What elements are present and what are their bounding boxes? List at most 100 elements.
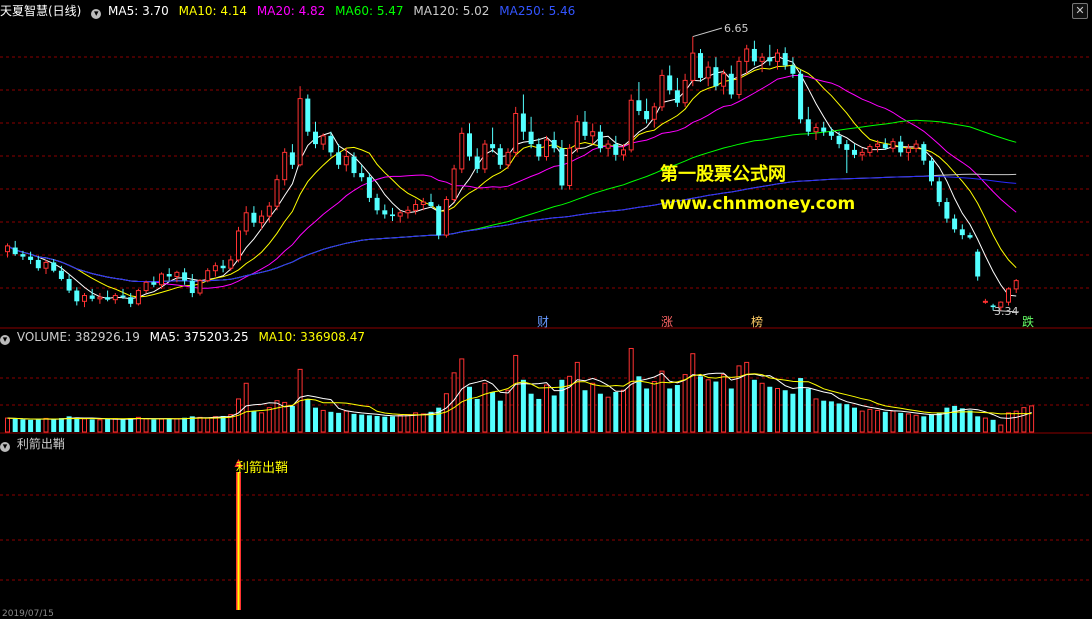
volume-bar-up — [1006, 412, 1011, 433]
signal-label: 利箭出鞘 — [236, 461, 289, 476]
candle-body-down — [151, 282, 157, 285]
volume-bar-up — [443, 393, 449, 433]
candle-body-down — [520, 113, 526, 132]
volume-bar-down — [613, 391, 619, 432]
volume-bar-up — [205, 417, 211, 433]
candle-body-down — [936, 181, 942, 203]
volume-bar-down — [305, 398, 311, 432]
candle-body-up — [605, 143, 611, 149]
candle-body-down — [490, 144, 496, 149]
candle-body-up — [736, 60, 742, 95]
candle-body-down — [844, 144, 850, 150]
volume-ma5-label: MA5: 375203.25 — [149, 330, 249, 344]
date-axis-label: 2019/07/15 — [2, 609, 54, 619]
stock-chart-svg — [0, 27, 1092, 610]
volume-bar-up — [482, 382, 488, 433]
volume-bar-up — [5, 417, 10, 433]
volume-bar-up — [405, 414, 411, 433]
low-price-label: 3.34 — [994, 305, 1019, 318]
volume-bar-up — [651, 381, 657, 433]
volume-bar-down — [528, 393, 534, 432]
volume-bar-up — [982, 417, 988, 433]
volume-bar-down — [790, 393, 796, 432]
candle-body-down — [251, 212, 257, 223]
volume-bar-down — [844, 404, 850, 432]
event-marker-fall[interactable]: 跌 — [1022, 313, 1034, 330]
high-price-pointer — [692, 27, 723, 38]
candle-body-up — [143, 281, 149, 292]
volume-bar-down — [698, 376, 703, 432]
candle-body-down — [767, 57, 773, 62]
candle-body-down — [805, 119, 811, 132]
candle-body-down — [898, 141, 904, 153]
candle-body-down — [828, 131, 834, 136]
event-marker-rise[interactable]: 涨 — [661, 313, 673, 330]
candle-body-up — [482, 143, 488, 170]
candle-body-up — [621, 149, 626, 156]
candle-body-up — [420, 201, 426, 206]
candle-body-down — [967, 235, 973, 238]
candle-body-down — [751, 48, 757, 62]
volume-bar-down — [805, 388, 811, 432]
candle-body-down — [836, 135, 842, 145]
settings-icon[interactable]: ▾ — [91, 9, 102, 19]
candle-body-down — [582, 121, 588, 136]
volume-bar-down — [636, 376, 642, 432]
volume-bar-down — [520, 379, 526, 432]
candle-body-down — [74, 290, 80, 302]
volume-bar-down — [597, 393, 603, 432]
volume-bar-up — [82, 418, 87, 433]
volume-bar-down — [351, 413, 357, 432]
volume-bar-down — [990, 419, 996, 432]
settings-icon[interactable]: ▾ — [0, 335, 10, 345]
volume-bar-down — [182, 417, 188, 432]
watermark-url: www.chnmoney.com — [660, 194, 856, 214]
ma5-label: MA5: 3.70 — [108, 4, 169, 18]
volume-bar-down — [336, 412, 342, 432]
candle-body-up — [297, 98, 303, 166]
candle-body-up — [513, 112, 519, 153]
event-marker-rank[interactable]: 榜 — [751, 313, 763, 330]
volume-bar-down — [490, 391, 496, 432]
candle-body-down — [713, 67, 719, 87]
ma20-line — [7, 75, 1017, 289]
candle-body-down — [636, 100, 642, 112]
candle-body-down — [189, 280, 195, 294]
volume-bar-down — [497, 400, 503, 432]
volume-bar-up — [775, 388, 780, 433]
volume-bar-down — [767, 386, 773, 432]
volume-bar-up — [159, 418, 164, 433]
settings-icon[interactable]: ▾ — [0, 442, 10, 452]
candle-body-down — [959, 229, 965, 236]
candle-body-down — [390, 214, 395, 217]
volume-bar-up — [274, 400, 280, 433]
volume-bar-down — [58, 418, 64, 432]
candle-body-up — [197, 280, 203, 294]
volume-bar-up — [813, 398, 819, 433]
candle-body-down — [128, 297, 134, 304]
price-panel-header: 天夏智慧(日线) ▾ MA5: 3.70 MA10: 4.14 MA20: 4.… — [0, 3, 581, 19]
volume-bar-up — [1013, 410, 1019, 433]
volume-bar-down — [220, 415, 226, 432]
candle-body-down — [436, 206, 442, 236]
volume-bar-down — [975, 416, 981, 432]
candle-body-up — [228, 259, 234, 269]
candle-body-down — [105, 297, 111, 300]
candle-body-down — [790, 65, 796, 74]
candle-body-up — [574, 121, 580, 149]
candle-body-down — [728, 73, 734, 95]
candle-body-down — [366, 177, 372, 198]
candle-body-up — [567, 147, 573, 186]
volume-bar-up — [1029, 405, 1035, 433]
volume-bar-down — [728, 388, 734, 432]
volume-bar-up — [259, 412, 265, 433]
candle-body-up — [159, 273, 164, 286]
candle-body-down — [120, 295, 126, 298]
candle-body-up — [690, 52, 696, 81]
volume-bar-up — [513, 354, 519, 433]
volume-bar-down — [328, 411, 334, 432]
volume-bar-down — [105, 419, 111, 432]
event-marker-finance[interactable]: 财 — [537, 313, 549, 330]
candle-body-up — [875, 143, 881, 148]
close-icon[interactable]: ✕ — [1072, 3, 1088, 19]
